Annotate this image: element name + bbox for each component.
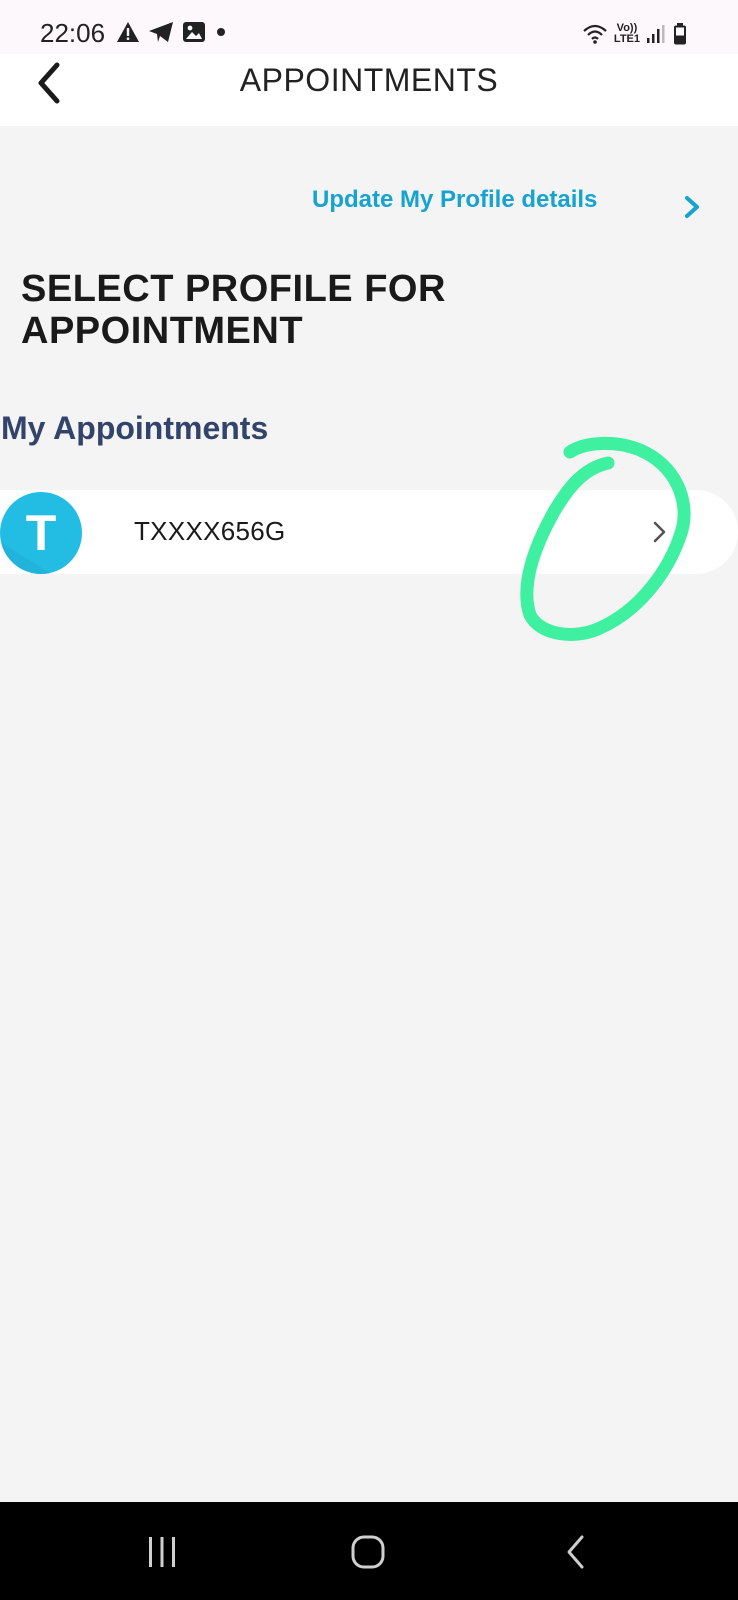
profile-row[interactable]: T TXXXX656G — [0, 490, 738, 574]
status-time: 22:06 — [40, 18, 106, 48]
battery-icon — [674, 23, 686, 45]
signal-icon — [647, 25, 665, 43]
dot-icon — [217, 28, 225, 36]
home-icon — [351, 1535, 385, 1569]
image-icon — [183, 22, 205, 42]
notification-icons — [116, 19, 228, 45]
update-profile-label: Update My Profile details — [312, 186, 598, 213]
recents-button[interactable] — [132, 1524, 192, 1580]
avatar: T — [0, 492, 82, 574]
wifi-icon — [583, 24, 607, 44]
section-label: My Appointments — [1, 410, 269, 446]
avatar-initial: T — [25, 505, 57, 561]
app-header: APPOINTMENTS — [0, 54, 738, 126]
update-profile-link[interactable]: Update My Profile details — [300, 186, 710, 226]
chevron-right-icon — [685, 196, 699, 218]
nav-back-button[interactable] — [546, 1524, 606, 1580]
home-button[interactable] — [338, 1524, 398, 1580]
profile-id: TXXXX656G — [134, 516, 286, 546]
warning-icon — [117, 22, 139, 42]
lte-label: LTE1 — [613, 33, 640, 45]
telegram-icon — [149, 22, 173, 42]
recents-icon — [149, 1537, 175, 1567]
chevron-right-icon — [653, 521, 666, 543]
volte-icon: Vo)) LTE1 — [614, 23, 640, 45]
navigation-bar — [0, 1502, 738, 1600]
status-bar: 22:06 Vo)) LTE1 — [0, 0, 738, 54]
system-icons: Vo)) LTE1 — [582, 19, 688, 49]
page-title: APPOINTMENTS — [239, 62, 499, 98]
select-profile-heading: SELECT PROFILE FOR APPOINTMENT — [21, 268, 446, 352]
back-icon — [567, 1535, 584, 1569]
